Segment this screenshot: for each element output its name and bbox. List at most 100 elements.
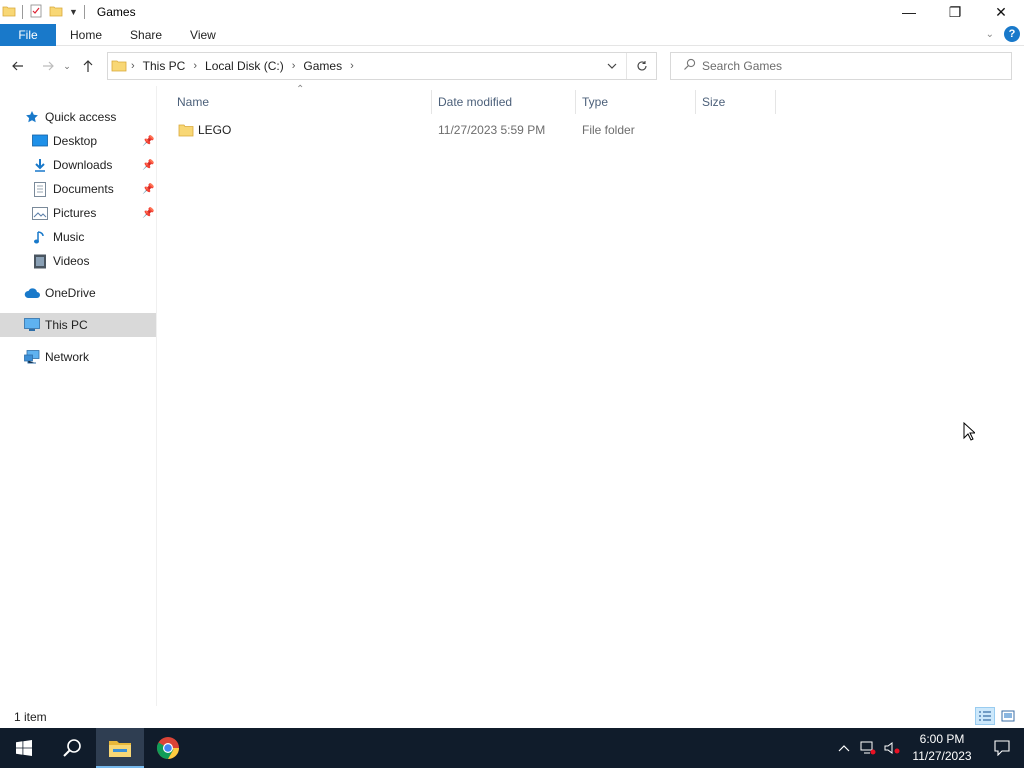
sidebar-item-label: Pictures <box>53 206 97 220</box>
column-header-size[interactable]: Size <box>702 92 725 112</box>
start-button[interactable] <box>0 728 48 768</box>
toolbar-divider <box>22 5 23 19</box>
quick-access-toolbar: ▼ <box>0 0 91 24</box>
large-icons-view-icon <box>1001 710 1015 722</box>
column-header-name[interactable]: Name <box>177 92 209 112</box>
sidebar-item-documents[interactable]: Documents 📌 <box>0 177 156 201</box>
minimize-button[interactable]: — <box>886 0 932 24</box>
taskbar-file-explorer-button[interactable] <box>96 728 144 768</box>
music-icon <box>32 229 48 245</box>
pin-icon[interactable]: 📌 <box>142 184 154 195</box>
taskbar-search-button[interactable] <box>48 728 96 768</box>
status-bar: 1 item <box>0 706 1024 728</box>
sidebar-item-downloads[interactable]: Downloads 📌 <box>0 153 156 177</box>
column-header-type[interactable]: Type <box>582 92 608 112</box>
up-button[interactable] <box>76 54 100 78</box>
navigation-pane: Quick access Desktop 📌 Downloads 📌 Docum… <box>0 86 157 706</box>
volume-muted-icon[interactable] <box>880 728 904 768</box>
expand-ribbon-chevron-icon[interactable]: ⌄ <box>986 29 994 40</box>
new-folder-icon[interactable] <box>49 4 63 21</box>
details-view-button[interactable] <box>975 707 995 725</box>
ribbon-right-controls: ⌄ ? <box>986 26 1020 42</box>
taskbar-clock[interactable]: 6:00 PM 11/27/2023 <box>904 731 980 765</box>
column-divider[interactable] <box>695 90 696 114</box>
address-dropdown-button[interactable] <box>600 53 624 79</box>
sidebar-item-desktop[interactable]: Desktop 📌 <box>0 129 156 153</box>
chevron-right-icon[interactable]: › <box>288 60 300 72</box>
column-divider[interactable] <box>575 90 576 114</box>
title-bar: ▼ Games — ❐ ✕ <box>0 0 1024 24</box>
breadcrumb-games[interactable]: Games <box>299 53 346 79</box>
tab-view[interactable]: View <box>176 24 230 46</box>
network-status-icon[interactable] <box>856 728 880 768</box>
sidebar-item-videos[interactable]: Videos <box>0 249 156 273</box>
chevron-right-icon[interactable]: › <box>346 60 358 72</box>
column-divider[interactable] <box>431 90 432 114</box>
help-icon[interactable]: ? <box>1004 26 1020 42</box>
star-icon <box>24 109 40 125</box>
search-box[interactable] <box>670 52 1012 80</box>
item-count: 1 item <box>14 710 47 724</box>
sidebar-item-quick-access[interactable]: Quick access <box>0 105 156 129</box>
sidebar-item-this-pc[interactable]: This PC <box>0 313 156 337</box>
back-button[interactable] <box>6 54 30 78</box>
column-divider[interactable] <box>775 90 776 114</box>
close-button[interactable]: ✕ <box>978 0 1024 24</box>
video-icon <box>32 253 48 269</box>
tab-home[interactable]: Home <box>56 24 116 46</box>
toolbar-divider <box>83 5 85 19</box>
file-explorer-icon <box>109 741 131 757</box>
column-header-date-modified[interactable]: Date modified <box>438 92 512 112</box>
table-row[interactable]: LEGO 11/27/2023 5:59 PM File folder <box>174 120 774 142</box>
refresh-icon <box>636 61 647 71</box>
address-bar[interactable]: › This PC › Local Disk (C:) › Games › <box>107 52 657 80</box>
navigation-bar: ⌄ › This PC › Local Disk (C:) › Games › <box>0 46 1024 86</box>
breadcrumb-local-disk[interactable]: Local Disk (C:) <box>201 53 288 79</box>
action-center-button[interactable] <box>980 728 1024 768</box>
chevron-down-icon <box>607 63 617 69</box>
picture-icon <box>32 205 48 221</box>
notification-icon <box>994 740 1010 756</box>
folder-icon <box>178 122 194 141</box>
taskbar-chrome-button[interactable] <box>144 728 192 768</box>
desktop-icon <box>32 133 48 149</box>
chevron-right-icon[interactable]: › <box>189 60 201 72</box>
file-name: LEGO <box>198 123 232 137</box>
customize-toolbar-chevron-icon[interactable]: ▼ <box>69 7 78 17</box>
sort-ascending-icon: ⌃ <box>296 84 305 95</box>
sidebar-item-onedrive[interactable]: OneDrive <box>0 281 156 305</box>
breadcrumb-this-pc[interactable]: This PC <box>139 53 190 79</box>
search-icon <box>683 58 696 74</box>
forward-button[interactable] <box>36 54 60 78</box>
tab-file[interactable]: File <box>0 23 56 46</box>
search-icon <box>63 739 81 757</box>
ribbon-tabs: File Home Share View ⌄ ? <box>0 23 1024 46</box>
recent-locations-button[interactable]: ⌄ <box>60 54 74 78</box>
chevron-right-icon[interactable]: › <box>127 60 139 72</box>
folder-icon <box>111 57 127 76</box>
refresh-button[interactable] <box>626 53 656 79</box>
restore-button[interactable]: ❐ <box>932 0 978 24</box>
document-icon <box>32 181 48 197</box>
sidebar-item-label: Desktop <box>53 134 98 148</box>
sidebar-item-music[interactable]: Music <box>0 225 156 249</box>
properties-icon[interactable] <box>29 4 43 21</box>
file-list-view: ⌃ Name Date modified Type Size LEGO 11/2… <box>158 84 1024 706</box>
tab-share[interactable]: Share <box>116 24 176 46</box>
sidebar-item-label: This PC <box>45 318 88 332</box>
pin-icon[interactable]: 📌 <box>142 136 154 147</box>
network-icon <box>24 349 40 365</box>
download-icon <box>32 157 48 173</box>
pin-icon[interactable]: 📌 <box>142 160 154 171</box>
system-tray: 6:00 PM 11/27/2023 <box>832 728 1024 768</box>
search-input[interactable] <box>702 59 982 73</box>
sidebar-item-label: Network <box>45 350 90 364</box>
file-date-modified: 11/27/2023 5:59 PM <box>438 123 546 137</box>
show-hidden-icons-chevron-icon[interactable] <box>832 728 856 768</box>
sidebar-item-network[interactable]: Network <box>0 345 156 369</box>
sidebar-item-pictures[interactable]: Pictures 📌 <box>0 201 156 225</box>
pin-icon[interactable]: 📌 <box>142 208 154 219</box>
sidebar-item-label: Quick access <box>45 110 117 124</box>
large-icons-view-button[interactable] <box>998 707 1018 725</box>
sidebar-item-label: Videos <box>53 254 90 268</box>
